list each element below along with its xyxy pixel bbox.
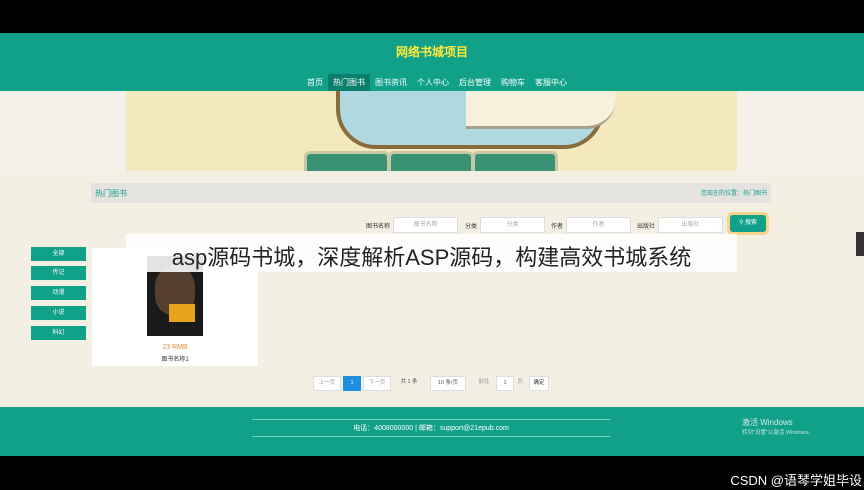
category-novel[interactable]: 小说 bbox=[31, 306, 86, 320]
book-name-input[interactable]: 图书名称 bbox=[393, 217, 459, 233]
goto-label: 前往 bbox=[478, 379, 490, 385]
article-title: asp源码书城，深度解析ASP源码，构建高效书城系统 bbox=[171, 245, 692, 270]
nav-service[interactable]: 客服中心 bbox=[530, 74, 572, 91]
windows-activation-title: 激活 Windows bbox=[742, 418, 793, 427]
footer-divider bbox=[252, 419, 610, 420]
footer-divider bbox=[252, 436, 610, 437]
main-nav: 首页 热门图书 图书资讯 个人中心 后台管理 购物车 客服中心 bbox=[302, 74, 572, 91]
search-button[interactable]: ⚲ 搜索 bbox=[730, 215, 766, 232]
search-author-group: 作者 作者 bbox=[551, 216, 632, 234]
search-category-group: 分类 分类 bbox=[465, 216, 546, 234]
book-page-illustration bbox=[466, 91, 616, 129]
total-count: 共 1 条 bbox=[400, 379, 418, 385]
breadcrumb: 热门图书 您现在的位置：热门图书 bbox=[91, 183, 771, 203]
nav-profile[interactable]: 个人中心 bbox=[412, 74, 454, 91]
windows-activation-subtitle: 转到"设置"以激活 Windows。 bbox=[742, 430, 814, 436]
search-label: 图书名称 bbox=[366, 223, 391, 230]
next-page-button[interactable]: 下一页 bbox=[363, 376, 391, 391]
location-text: 您现在的位置：热门图书 bbox=[700, 191, 767, 197]
search-label: 分类 bbox=[465, 223, 478, 230]
author-input[interactable]: 作者 bbox=[566, 217, 632, 233]
banner-tab[interactable] bbox=[472, 151, 558, 171]
banner-tab[interactable] bbox=[388, 151, 474, 171]
search-button-label: 搜索 bbox=[745, 220, 758, 226]
side-scroll-tab[interactable] bbox=[856, 232, 864, 256]
nav-hot-books[interactable]: 热门图书 bbox=[328, 74, 370, 91]
site-footer: 电话：4008000000 | 邮箱：support@21epub.com 激活… bbox=[0, 407, 864, 456]
top-black-bar bbox=[0, 0, 864, 33]
site-header: 网络书城项目 首页 热门图书 图书资讯 个人中心 后台管理 购物车 客服中心 bbox=[0, 33, 864, 91]
nav-admin[interactable]: 后台管理 bbox=[454, 74, 496, 91]
nav-home[interactable]: 首页 bbox=[302, 74, 328, 91]
goto-confirm-button[interactable]: 确定 bbox=[529, 376, 549, 391]
banner-tab[interactable] bbox=[304, 151, 390, 171]
category-input[interactable]: 分类 bbox=[480, 217, 546, 233]
csdn-watermark: CSDN @语琴学姐毕设 bbox=[730, 473, 862, 488]
footer-contact: 电话：4008000000 | 邮箱：support@21epub.com bbox=[353, 425, 509, 432]
nav-book-news[interactable]: 图书资讯 bbox=[370, 74, 412, 91]
bottom-black-bar: CSDN @语琴学姐毕设 bbox=[0, 456, 864, 490]
article-title-overlay: asp源码书城，深度解析ASP源码，构建高效书城系统 bbox=[126, 234, 737, 272]
nav-cart[interactable]: 购物车 bbox=[496, 74, 530, 91]
book-price: 23 RMB bbox=[162, 344, 188, 351]
category-anime[interactable]: 动漫 bbox=[31, 286, 86, 300]
page-1-button[interactable]: 1 bbox=[343, 376, 361, 391]
search-label: 出版社 bbox=[637, 223, 656, 230]
section-title: 热门图书 bbox=[95, 189, 127, 198]
hero-banner bbox=[0, 91, 864, 171]
category-biography[interactable]: 传记 bbox=[31, 266, 86, 280]
site-title: 网络书城项目 bbox=[395, 45, 468, 59]
search-publisher-group: 出版社 出版社 bbox=[637, 216, 724, 234]
prev-page-button[interactable]: 上一页 bbox=[313, 376, 341, 391]
search-label: 作者 bbox=[551, 223, 564, 230]
search-name-group: 图书名称 图书名称 bbox=[366, 216, 459, 234]
per-page-select[interactable]: 10 条/页 bbox=[430, 376, 466, 391]
banner-image bbox=[126, 91, 737, 171]
category-all[interactable]: 全部 bbox=[31, 247, 86, 261]
category-scifi[interactable]: 科幻 bbox=[31, 326, 86, 340]
publisher-input[interactable]: 出版社 bbox=[658, 217, 724, 233]
cover-title-tag bbox=[169, 304, 195, 322]
goto-page-input[interactable]: 1 bbox=[496, 376, 514, 391]
book-name[interactable]: 图书名称1 bbox=[92, 354, 258, 363]
search-icon: ⚲ bbox=[738, 220, 744, 226]
page-unit-label: 页 bbox=[517, 379, 523, 385]
